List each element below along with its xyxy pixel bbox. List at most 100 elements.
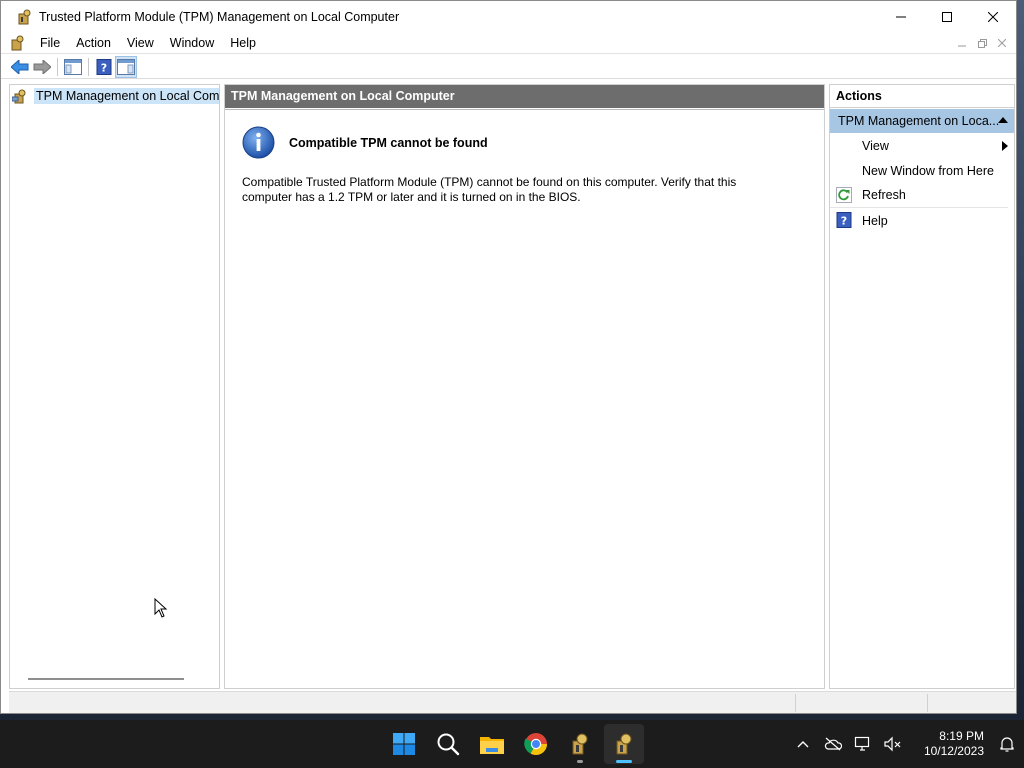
tpm-icon <box>12 89 26 104</box>
help-icon: ? <box>836 212 852 228</box>
mmc-window: Trusted Platform Module (TPM) Management… <box>0 0 1017 714</box>
menu-window[interactable]: Window <box>162 32 222 54</box>
doc-close-button[interactable] <box>994 35 1010 51</box>
collapse-caret-icon <box>998 117 1008 123</box>
status-bar <box>9 691 1016 713</box>
doc-restore-button[interactable] <box>974 35 990 51</box>
svg-text:?: ? <box>101 61 107 74</box>
title-bar: Trusted Platform Module (TPM) Management… <box>1 1 1016 32</box>
tpm-app-icon <box>18 9 31 24</box>
running-indicator <box>577 760 583 763</box>
action-label: New Window from Here <box>862 163 994 178</box>
file-explorer-button[interactable] <box>472 724 512 764</box>
info-icon <box>242 126 275 159</box>
forward-arrow-icon <box>33 59 51 74</box>
tree-item-label: TPM Management on Local Comp <box>34 88 219 104</box>
clock[interactable]: 8:19 PM 10/12/2023 <box>908 729 984 759</box>
tpm-icon <box>616 733 632 755</box>
chrome-button[interactable] <box>516 724 556 764</box>
taskbar-tpm-app[interactable] <box>560 724 600 764</box>
minimize-icon <box>896 16 906 17</box>
actions-title: Actions <box>830 85 1014 108</box>
result-pane-header: TPM Management on Local Computer <box>225 85 824 108</box>
toolbar-separator <box>57 57 58 76</box>
message-heading: Compatible TPM cannot be found <box>289 135 488 150</box>
cloud-offline-icon <box>824 737 842 751</box>
action-help[interactable]: ? Help <box>830 208 1014 233</box>
maximize-button[interactable] <box>924 1 970 32</box>
chrome-icon <box>524 733 547 755</box>
menu-help[interactable]: Help <box>222 32 264 54</box>
show-hidden-icons-button[interactable] <box>788 720 818 768</box>
onedrive-button[interactable] <box>818 720 848 768</box>
console-tree-icon <box>64 58 82 75</box>
action-label: Refresh <box>862 188 906 202</box>
minimize-icon <box>958 45 966 47</box>
tree-item-tpm-management[interactable]: TPM Management on Local Comp <box>12 87 219 105</box>
action-new-window-from-here[interactable]: New Window from Here <box>830 158 1014 183</box>
search-button[interactable] <box>428 724 468 764</box>
message-body: Compatible Trusted Platform Module (TPM)… <box>242 175 737 204</box>
action-refresh[interactable]: Refresh <box>830 183 1008 208</box>
active-indicator <box>616 760 632 763</box>
back-arrow-icon <box>11 59 29 74</box>
taskbar-tpm-window[interactable] <box>604 724 644 764</box>
clock-time: 8:19 PM <box>939 729 984 743</box>
taskbar: 8:19 PM 10/12/2023 <box>0 720 1024 768</box>
status-divider <box>795 694 796 712</box>
action-view[interactable]: View <box>830 133 1014 158</box>
mouse-cursor-icon <box>154 598 168 618</box>
refresh-icon <box>836 187 852 203</box>
menu-action[interactable]: Action <box>68 32 119 54</box>
action-label: Help <box>862 213 888 228</box>
start-button[interactable] <box>384 724 424 764</box>
maximize-icon <box>942 11 952 22</box>
svg-text:?: ? <box>841 215 847 228</box>
result-pane: TPM Management on Local Computer Compati… <box>224 84 825 689</box>
actions-pane: Actions TPM Management on Loca... View N… <box>829 84 1015 689</box>
taskbar-apps <box>384 720 644 768</box>
notifications-button[interactable] <box>990 720 1024 768</box>
start-icon <box>393 733 415 755</box>
chevron-up-icon <box>797 741 809 748</box>
show-hide-console-tree-button[interactable] <box>62 56 84 78</box>
search-icon <box>437 733 460 756</box>
network-button[interactable] <box>848 720 878 768</box>
tpm-icon <box>572 733 588 755</box>
action-label: View <box>862 138 889 153</box>
message-heading-row: Compatible TPM cannot be found <box>242 126 488 159</box>
toolbar-separator <box>88 57 89 76</box>
toolbar: ? <box>1 55 1016 79</box>
menu-bar: File Action View Window Help <box>1 32 1016 54</box>
system-tray: 8:19 PM 10/12/2023 <box>788 720 1024 768</box>
actions-section-label: TPM Management on Loca... <box>838 114 1000 128</box>
submenu-arrow-icon <box>1002 141 1008 151</box>
close-icon <box>998 39 1006 47</box>
forward-button[interactable] <box>31 56 53 78</box>
menu-view[interactable]: View <box>119 32 162 54</box>
file-explorer-icon <box>480 737 504 754</box>
window-controls <box>878 1 1016 32</box>
close-button[interactable] <box>970 1 1016 32</box>
menu-file[interactable]: File <box>32 32 68 54</box>
help-icon: ? <box>96 58 112 75</box>
header-divider <box>225 108 824 110</box>
close-icon <box>988 11 998 22</box>
restore-icon <box>977 38 987 48</box>
horizontal-scrollbar[interactable] <box>28 678 184 680</box>
doc-minimize-button[interactable] <box>954 35 970 51</box>
network-icon <box>854 736 870 751</box>
minimize-button[interactable] <box>878 1 924 32</box>
actions-section-header[interactable]: TPM Management on Loca... <box>830 109 1014 133</box>
status-divider <box>927 694 928 712</box>
clock-date: 10/12/2023 <box>923 744 984 758</box>
back-button[interactable] <box>9 56 31 78</box>
volume-button[interactable] <box>878 720 908 768</box>
help-button[interactable]: ? <box>93 56 115 78</box>
tpm-document-icon[interactable] <box>10 35 26 51</box>
bell-icon <box>1000 737 1014 752</box>
volume-muted-icon <box>884 736 901 752</box>
console-tree-pane: TPM Management on Local Comp <box>9 84 220 689</box>
document-window-controls <box>954 35 1010 51</box>
show-hide-action-pane-button[interactable] <box>115 55 137 78</box>
